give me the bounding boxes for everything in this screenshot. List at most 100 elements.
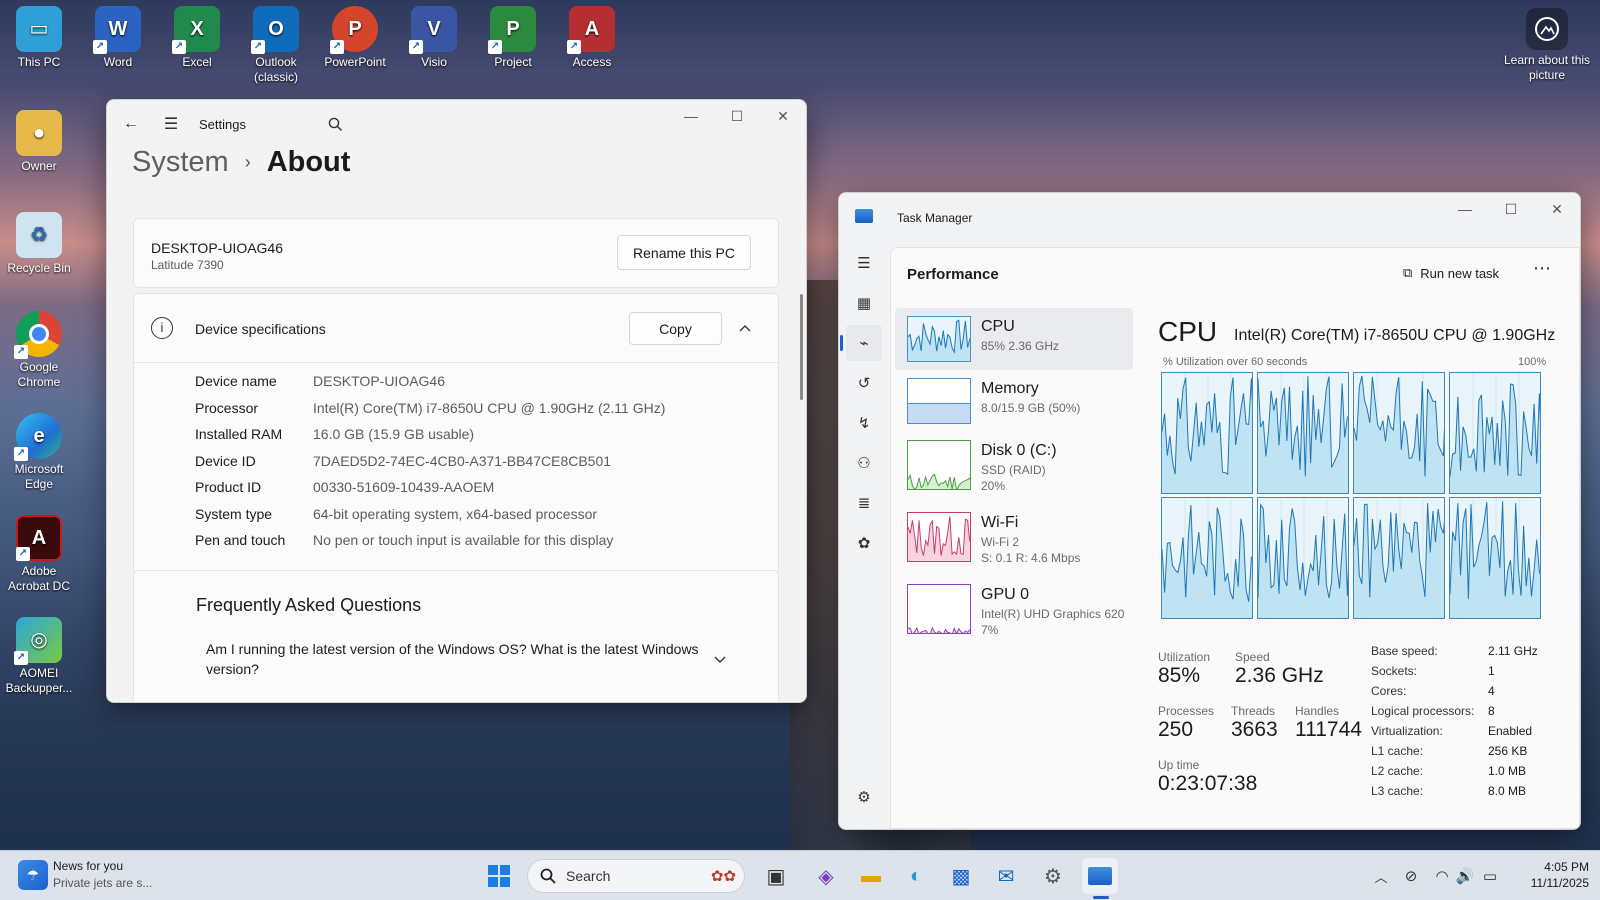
battery-icon[interactable]: ▭ (1472, 858, 1508, 894)
speed-value: 2.36 GHz (1235, 664, 1324, 687)
spec-row: Product ID 00330-51609-10439-AAOEM (195, 474, 665, 501)
minimize-icon[interactable]: — (1442, 193, 1488, 225)
spec-key: Processor (195, 399, 259, 416)
desktop-icon-word[interactable]: W ↗ Word (79, 6, 157, 70)
spec-row: Pen and touch No pen or touch input is av… (195, 527, 665, 554)
back-arrow-icon[interactable]: ← (111, 104, 151, 144)
perf-item-wifi[interactable]: Wi-Fi Wi-Fi 2 S: 0.1 R: 4.6 Mbps (895, 504, 1133, 572)
desktop-icon-recycle-bin[interactable]: ♻ Recycle Bin (0, 212, 78, 276)
details-icon[interactable]: ≣ (846, 485, 882, 521)
copy-button[interactable]: Copy (629, 312, 722, 345)
task-manager-taskbar-icon[interactable] (1082, 858, 1118, 894)
spec-value: 00330-51609-10439-AAOEM (313, 479, 495, 495)
close-icon[interactable]: ✕ (1534, 193, 1580, 225)
cpu-core-line (1258, 373, 1348, 493)
powerpoint-icon: P ↗ (330, 6, 378, 54)
desktop-icon-acrobat[interactable]: A ↗ Adobe Acrobat DC (0, 515, 78, 594)
news-widget-icon[interactable]: ☂ (18, 860, 48, 890)
clock[interactable]: 4:05 PM 11/11/2025 (1504, 859, 1589, 891)
file-explorer-icon[interactable]: ▬ (853, 858, 889, 894)
taskbar-search-box[interactable]: Search ✿✿ (527, 859, 745, 893)
maximize-icon[interactable]: ☐ (1488, 193, 1534, 225)
perf-item-disk[interactable]: Disk 0 (C:) SSD (RAID) 20% (895, 432, 1133, 500)
desktop-icon-label: Recycle Bin (7, 261, 71, 275)
performance-icon[interactable]: ⌁ (840, 325, 882, 361)
desktop-icon-edge[interactable]: e ↗ Microsoft Edge (0, 413, 78, 492)
desktop-icon-powerpoint[interactable]: P ↗ PowerPoint (316, 6, 394, 70)
stat-label: Handles (1295, 704, 1340, 718)
search-highlight-icon: ✿✿ (710, 868, 736, 885)
desktop-icon-label: Outlook (classic) (254, 55, 298, 84)
spec-value: DESKTOP-UIOAG46 (313, 373, 446, 389)
desktop-icon-this-pc[interactable]: ▭ This PC (0, 6, 78, 70)
desktop-icon-outlook[interactable]: O ↗ Outlook (classic) (237, 6, 315, 85)
run-new-task-button[interactable]: ⧉ Run new task (1403, 258, 1499, 288)
cpu-core-graph (1257, 372, 1349, 494)
start-button[interactable] (481, 858, 517, 894)
tm-nav: ☰ ▦ ⌁ ↺ ↯ ⚇ ≣ ✿ ⚙ (839, 241, 889, 829)
outlook-icon[interactable]: ✉ (988, 858, 1024, 894)
processes-icon[interactable]: ▦ (846, 285, 882, 321)
startup-apps-icon[interactable]: ↯ (846, 405, 882, 441)
desktop-icon-access[interactable]: A ↗ Access (553, 6, 631, 70)
rename-pc-button[interactable]: Rename this PC (617, 235, 751, 270)
cpu-detail-keys: Base speed: Sockets: Cores: Logical proc… (1371, 641, 1474, 801)
desktop-icon-aomei[interactable]: ◎ ↗ AOMEI Backupper... (0, 617, 78, 696)
close-icon[interactable]: ✕ (760, 100, 806, 132)
app-history-icon[interactable]: ↺ (846, 365, 882, 401)
disk-sparkline (908, 473, 970, 489)
cpu-core-graph (1353, 372, 1445, 494)
detail-key: Cores: (1371, 684, 1407, 698)
settings-gear-icon[interactable]: ⚙ (1035, 858, 1071, 894)
more-options-icon[interactable]: ⋯ (1533, 258, 1551, 279)
cpu-thumbnail-graph (907, 316, 971, 362)
copilot-icon[interactable]: ◈ (808, 858, 844, 894)
perf-item-sub: S: 0.1 R: 4.6 Mbps (981, 551, 1081, 565)
desktop-icon-excel[interactable]: X ↗ Excel (158, 6, 236, 70)
settings-gear-icon[interactable]: ⚙ (846, 779, 882, 815)
faq-question[interactable]: Am I running the latest version of the W… (206, 639, 706, 679)
cpu-core-line (1450, 373, 1540, 493)
settings-app-title: Settings (199, 116, 246, 132)
desktop-icon-label: Word (103, 55, 133, 69)
detail-key: Logical processors: (1371, 704, 1475, 718)
users-icon[interactable]: ⚇ (846, 445, 882, 481)
search-icon[interactable] (316, 104, 356, 144)
desktop-icon-visio[interactable]: V ↗ Visio (395, 6, 473, 70)
hamburger-menu-icon[interactable]: ☰ (151, 104, 191, 144)
cpu-core-graph (1161, 497, 1253, 619)
desktop-icon-chrome[interactable]: ↗ Google Chrome (0, 311, 78, 390)
edge-icon[interactable]: ◐ (898, 858, 934, 894)
desktop-icon-project[interactable]: P ↗ Project (474, 6, 552, 70)
recycle-bin-icon: ♻ (16, 212, 62, 258)
task-manager-title: Task Manager (897, 211, 973, 225)
hamburger-menu-icon[interactable]: ☰ (846, 245, 882, 281)
stat-label: Utilization (1158, 650, 1211, 664)
chevron-down-icon[interactable] (714, 651, 726, 669)
learn-about-picture[interactable]: Learn about this picture (1502, 8, 1592, 83)
perf-item-cpu[interactable]: CPU 85% 2.36 GHz (895, 308, 1133, 370)
services-icon[interactable]: ✿ (846, 525, 882, 561)
spec-row: Device ID 7DAED5D2-74EC-4CB0-A371-BB47CE8… (195, 448, 665, 475)
stat-label: Speed (1235, 650, 1270, 664)
spec-row: System type 64-bit operating system, x64-… (195, 501, 665, 528)
excel-icon: X ↗ (172, 6, 220, 54)
news-title[interactable]: News for you (53, 859, 123, 873)
util-axis-max: 100% (1518, 356, 1547, 368)
perf-item-gpu[interactable]: GPU 0 Intel(R) UHD Graphics 620 7% (895, 576, 1133, 644)
chevron-up-icon[interactable] (731, 314, 759, 342)
perf-item-memory[interactable]: Memory 8.0/15.9 GB (50%) (895, 370, 1133, 432)
spec-key: Installed RAM (195, 426, 283, 442)
desktop-icon-owner[interactable]: ● Owner (0, 110, 78, 174)
perf-item-sub: 85% 2.36 GHz (981, 339, 1060, 353)
perf-item-name: Memory (981, 380, 1039, 397)
news-subtitle[interactable]: Private jets are s... (53, 876, 152, 890)
minimize-icon[interactable]: — (668, 100, 714, 132)
task-view-icon[interactable]: ▣ (758, 858, 794, 894)
detail-value: 4 (1488, 684, 1495, 698)
spec-value: No pen or touch input is available for t… (313, 532, 614, 548)
scrollbar[interactable] (800, 294, 803, 400)
breadcrumb-system[interactable]: System (132, 146, 229, 179)
microsoft-store-icon[interactable]: ▩ (943, 858, 979, 894)
maximize-icon[interactable]: ☐ (714, 100, 760, 132)
